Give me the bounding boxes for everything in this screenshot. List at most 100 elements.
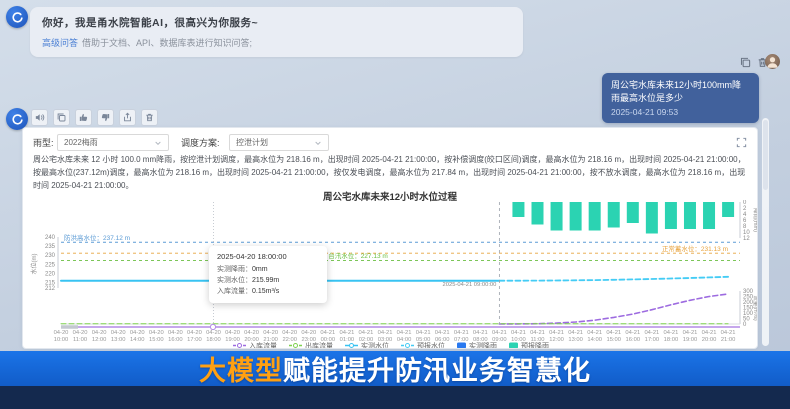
svg-text:04-21: 04-21: [587, 330, 602, 336]
forecast-summary: 周公宅水库未来 12 小时 100.0 mm降雨，按控泄计划调度，最高水位为 2…: [33, 153, 747, 192]
svg-text:04-20: 04-20: [130, 330, 145, 336]
svg-text:04-21: 04-21: [339, 330, 354, 336]
rain-type-label: 雨型:: [33, 136, 54, 149]
thumbs-down-icon: [100, 112, 111, 123]
user-avatar: [765, 54, 780, 69]
tooltip-row: 实测水位：215.99m: [217, 275, 319, 286]
copy-icon: [56, 112, 67, 123]
svg-text:04-21: 04-21: [416, 330, 431, 336]
rain-type-select[interactable]: 2022梅雨: [57, 134, 169, 151]
svg-text:18:00: 18:00: [664, 337, 679, 343]
bar[interactable]: [532, 202, 544, 225]
person-icon: [765, 54, 780, 69]
chevron-down-icon: [314, 139, 322, 147]
greeting-title: 你好，我是甬水院智能AI，很高兴为你服务~: [42, 15, 511, 30]
svg-text:出库流量: 出库流量: [305, 341, 333, 349]
bar[interactable]: [512, 202, 524, 217]
svg-text:04-20: 04-20: [206, 330, 221, 336]
svg-text:实测水位: 实测水位: [361, 341, 389, 349]
svg-text:18:00: 18:00: [206, 337, 221, 343]
svg-text:04-20: 04-20: [73, 330, 88, 336]
svg-text:04-21: 04-21: [511, 330, 526, 336]
svg-text:04-21: 04-21: [683, 330, 698, 336]
bar[interactable]: [684, 202, 696, 229]
svg-text:04-21: 04-21: [530, 330, 545, 336]
user-question-text: 周公宅水库未来12小时100mm降雨最高水位是多少: [611, 79, 750, 104]
svg-text:04-20: 04-20: [92, 330, 107, 336]
series-入库流量: [499, 294, 728, 324]
copy-icon[interactable]: [739, 56, 752, 69]
read-aloud-button[interactable]: [31, 109, 48, 126]
svg-text:台汛水位：227.13 m: 台汛水位：227.13 m: [328, 251, 388, 260]
svg-text:预报水位: 预报水位: [417, 341, 445, 349]
ai-logo-icon: [11, 113, 24, 126]
svg-text:230: 230: [45, 253, 56, 259]
svg-text:235: 235: [45, 244, 56, 250]
svg-text:15:00: 15:00: [149, 337, 164, 343]
copy-answer-button[interactable]: [53, 109, 70, 126]
svg-text:16:00: 16:00: [626, 337, 641, 343]
slogan-banner: 大模型赋能提升防汛业务智慧化: [0, 351, 790, 386]
svg-text:11:00: 11:00: [73, 337, 87, 343]
slogan-text: 大模型赋能提升防汛业务智慧化: [199, 349, 591, 388]
svg-text:17:00: 17:00: [645, 337, 660, 343]
greeting-sub: 高级问答借助于文档、API、数据库表进行知识问答;: [42, 36, 511, 49]
tooltip-time: 2025-04-20 18:00:00: [217, 252, 319, 261]
thumbs-down-button[interactable]: [97, 109, 114, 126]
user-question-time: 2025-04-21 09:53: [611, 107, 750, 117]
panel-controls: 雨型: 2022梅雨 调度方案: 控泄计划: [23, 132, 757, 152]
ai-logo-icon: [11, 11, 24, 24]
export-button[interactable]: [119, 109, 136, 126]
svg-text:20:00: 20:00: [702, 337, 717, 343]
bar[interactable]: [665, 202, 677, 229]
thumbs-up-button[interactable]: [75, 109, 92, 126]
svg-text:12:00: 12:00: [549, 337, 564, 343]
tooltip-row: 入库流量：0.15m³/s: [217, 286, 319, 297]
bar[interactable]: [551, 202, 563, 231]
fullscreen-icon[interactable]: [736, 137, 747, 148]
svg-text:04-20: 04-20: [244, 330, 259, 336]
svg-text:14:00: 14:00: [587, 337, 602, 343]
bar[interactable]: [589, 202, 601, 231]
svg-text:19:00: 19:00: [683, 337, 698, 343]
svg-text:19:00: 19:00: [225, 337, 240, 343]
svg-text:12: 12: [743, 236, 750, 242]
bar[interactable]: [703, 202, 715, 229]
svg-text:212: 212: [45, 286, 56, 292]
svg-text:14:00: 14:00: [130, 337, 145, 343]
bar[interactable]: [627, 202, 639, 223]
scrollbar-thumb[interactable]: [763, 120, 768, 190]
bar[interactable]: [646, 202, 658, 234]
rain-type-value: 2022梅雨: [64, 137, 154, 148]
svg-text:17:00: 17:00: [187, 337, 202, 343]
plan-select[interactable]: 控泄计划: [229, 134, 329, 151]
svg-text:04-21: 04-21: [664, 330, 679, 336]
svg-text:04-21: 04-21: [568, 330, 583, 336]
advanced-qa-tag[interactable]: 高级问答: [42, 38, 78, 48]
svg-text:225: 225: [45, 262, 56, 268]
svg-text:04-20: 04-20: [301, 330, 316, 336]
water-level-chart: 2402352302252202152120246810123002502001…: [28, 200, 758, 349]
svg-text:预报降雨: 预报降雨: [521, 341, 549, 349]
svg-text:水位(m): 水位(m): [30, 254, 38, 275]
svg-text:15:00: 15:00: [606, 337, 621, 343]
svg-text:04-21: 04-21: [702, 330, 717, 336]
bar[interactable]: [722, 202, 734, 217]
assistant-greeting-bubble: 你好，我是甬水院智能AI，很高兴为你服务~ 高级问答借助于文档、API、数据库表…: [30, 7, 523, 57]
bar[interactable]: [608, 202, 620, 228]
svg-text:12:00: 12:00: [92, 337, 107, 343]
svg-text:04-20: 04-20: [149, 330, 164, 336]
svg-text:10:00: 10:00: [54, 337, 69, 343]
svg-text:22:00: 22:00: [282, 337, 297, 343]
svg-text:13:00: 13:00: [568, 337, 583, 343]
svg-text:04-21: 04-21: [397, 330, 412, 336]
svg-text:04-20: 04-20: [54, 330, 69, 336]
datazoom-handle[interactable]: [210, 324, 215, 329]
svg-text:21:00: 21:00: [721, 337, 736, 343]
trash-icon: [144, 112, 155, 123]
delete-answer-button[interactable]: [141, 109, 158, 126]
bar[interactable]: [570, 202, 582, 231]
svg-text:04-20: 04-20: [187, 330, 202, 336]
tooltip-row: 实测降雨：0mm: [217, 264, 319, 275]
svg-text:04-21: 04-21: [454, 330, 469, 336]
